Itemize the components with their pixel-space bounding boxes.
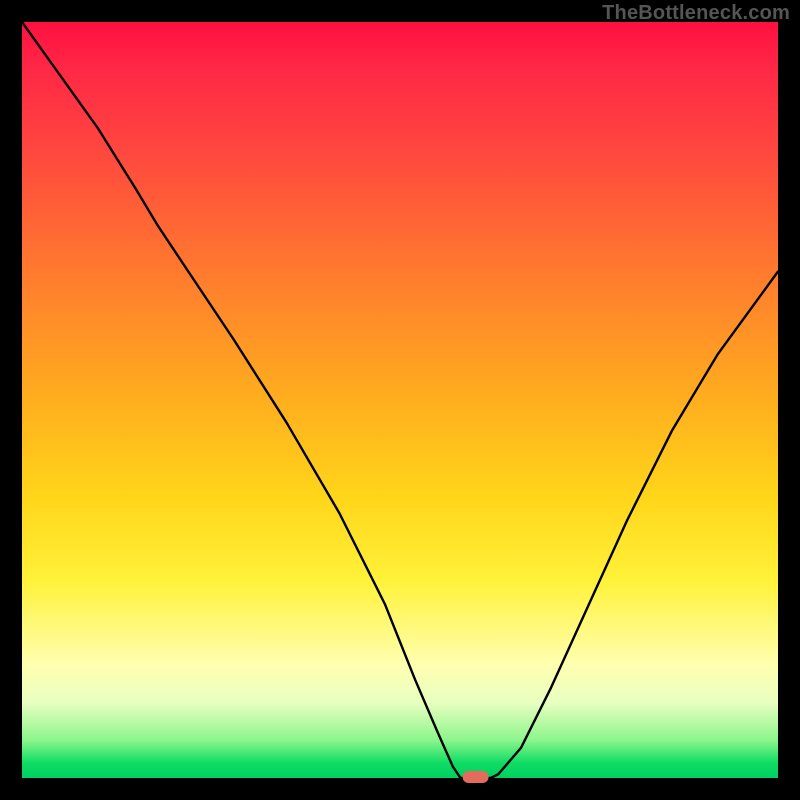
chart-frame: TheBottleneck.com xyxy=(0,0,800,800)
plot-area xyxy=(22,22,778,778)
chart-svg xyxy=(22,22,778,778)
optimal-marker xyxy=(463,771,489,783)
watermark-text: TheBottleneck.com xyxy=(602,2,790,25)
bottleneck-curve xyxy=(22,22,778,778)
